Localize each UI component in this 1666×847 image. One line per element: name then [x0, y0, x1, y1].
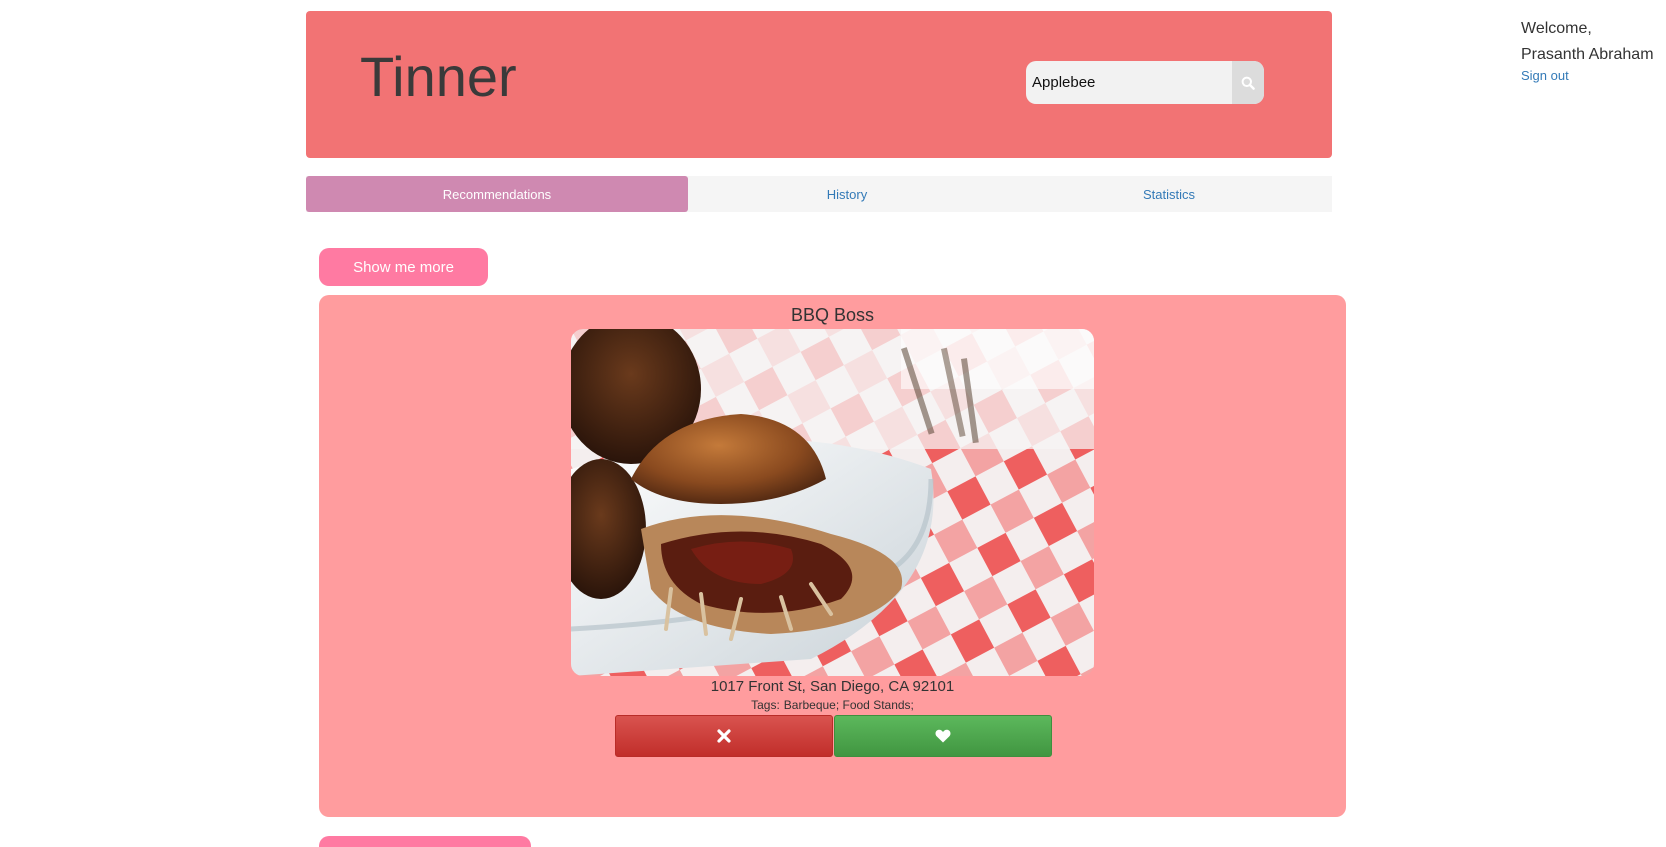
like-button[interactable] — [834, 715, 1052, 757]
restaurant-name: BBQ Boss — [790, 305, 875, 325]
tab-bar: Recommendations History Statistics — [306, 176, 1332, 212]
restaurant-card: BBQ Boss 1017 Front St, San Diego, CA 92… — [319, 295, 1346, 817]
dislike-button[interactable] — [615, 715, 833, 757]
search-input[interactable] — [1026, 61, 1232, 104]
user-name: Prasanth Abraham — [1521, 46, 1654, 63]
header-banner: Tinner — [306, 11, 1332, 158]
tab-statistics[interactable]: Statistics — [1006, 176, 1332, 212]
restaurant-tags: Tags: Barbeque; Food Stands; — [319, 698, 1346, 712]
next-action-button[interactable] — [319, 836, 531, 847]
restaurant-address: 1017 Front St, San Diego, CA 92101 — [710, 678, 955, 695]
heart-icon — [935, 729, 951, 743]
tab-history[interactable]: History — [688, 176, 1006, 212]
tab-recommendations[interactable]: Recommendations — [306, 176, 688, 212]
tags-label: Tags: — [751, 698, 780, 712]
user-panel: Welcome, Prasanth Abraham Sign out — [1521, 16, 1666, 84]
tags-list: Barbeque; Food Stands; — [783, 698, 914, 712]
food-photo-illustration — [571, 329, 1094, 676]
close-icon — [717, 729, 731, 743]
search-box — [1026, 61, 1264, 104]
search-icon — [1241, 76, 1255, 90]
show-more-button[interactable]: Show me more — [319, 248, 488, 286]
brand-title: Tinner — [360, 45, 517, 108]
restaurant-photo — [571, 329, 1094, 676]
sign-out-link[interactable]: Sign out — [1521, 68, 1666, 84]
search-button[interactable] — [1232, 61, 1264, 104]
welcome-text: Welcome, — [1521, 20, 1592, 37]
